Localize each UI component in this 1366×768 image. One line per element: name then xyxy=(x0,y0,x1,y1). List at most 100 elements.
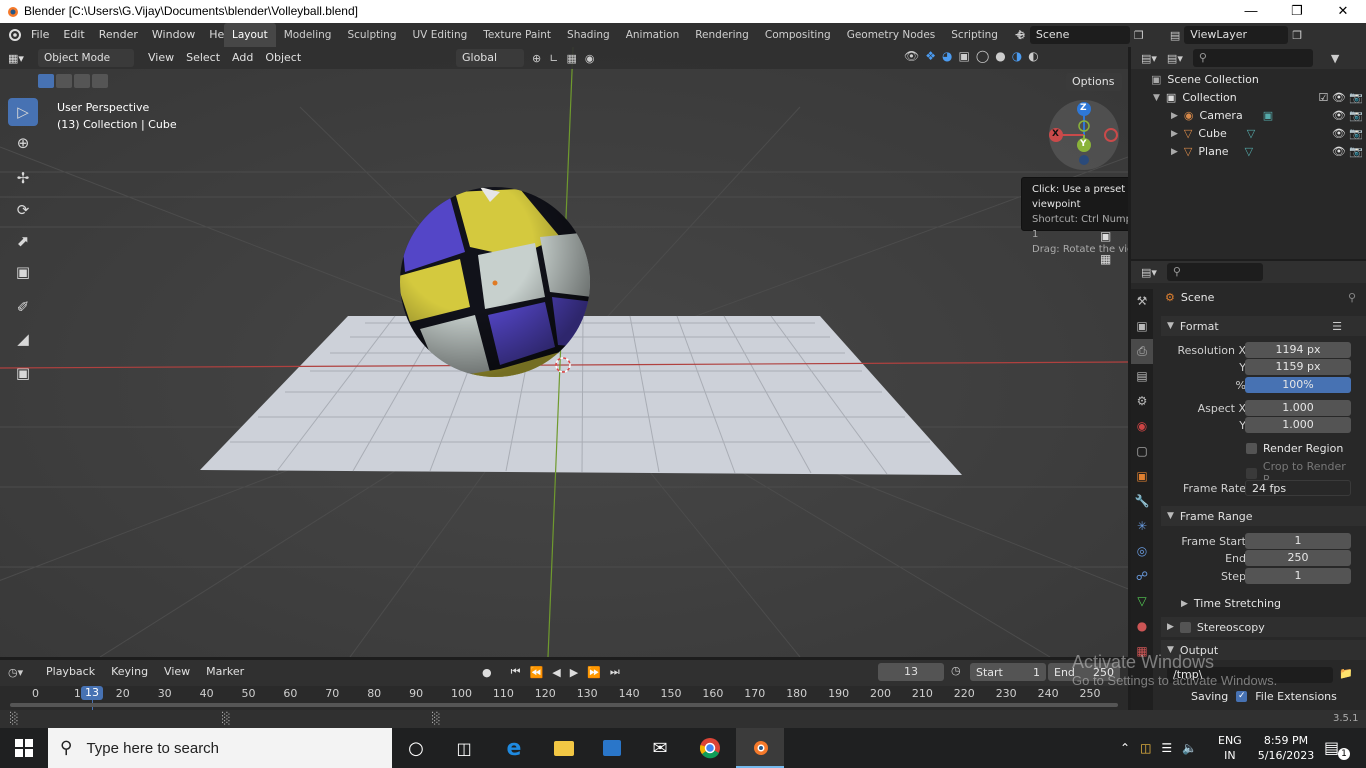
end-frame-field[interactable]: End 250 xyxy=(1048,663,1120,681)
menu-render[interactable]: Render xyxy=(92,23,145,47)
transform-tool[interactable]: ▣ xyxy=(8,258,38,286)
select-invert-icon[interactable] xyxy=(92,74,108,88)
folder-icon[interactable]: 📁 xyxy=(1339,667,1353,680)
collection-row[interactable]: ▼ ▣ Collection ☑ 👁 📷 xyxy=(1153,91,1363,104)
pivot-icon[interactable]: ⊕ xyxy=(532,52,541,65)
material-tab-icon[interactable]: ● xyxy=(1131,614,1153,639)
outliner-item-plane[interactable]: ▶ ▽ Plane ▽ 👁 📷 xyxy=(1171,145,1363,158)
add-cube-tool[interactable]: ▣ xyxy=(8,359,38,387)
timeline-scrollbar[interactable] xyxy=(10,703,1118,707)
timeline-editor-type-icon[interactable]: ◷▾ xyxy=(8,666,36,679)
menu-add[interactable]: Add xyxy=(226,47,259,69)
notifications-icon[interactable]: ▤ xyxy=(1324,738,1339,757)
texture-tab-icon[interactable]: ▦ xyxy=(1131,639,1153,664)
menu-timeline-view[interactable]: View xyxy=(158,661,196,683)
annotate-tool[interactable]: ✐ xyxy=(8,293,38,321)
scene-collection-row[interactable]: ▣ Scene Collection xyxy=(1151,73,1259,86)
tab-uv-editing[interactable]: UV Editing xyxy=(405,23,476,47)
menu-playback[interactable]: Playback xyxy=(40,661,101,683)
outliner-search-input[interactable]: ⚲ xyxy=(1192,49,1313,67)
scene-tab-icon[interactable]: ⚙ xyxy=(1131,389,1153,414)
tab-scripting[interactable]: Scripting xyxy=(943,23,1006,47)
snap-target-icon[interactable]: ▦ xyxy=(566,52,576,65)
store-icon[interactable] xyxy=(588,728,636,768)
file-explorer-icon[interactable] xyxy=(540,728,588,768)
taskbar-search-box[interactable]: ⚲ Type here to search xyxy=(48,728,392,768)
menu-edit[interactable]: Edit xyxy=(56,23,91,47)
menu-file[interactable]: File xyxy=(24,23,56,47)
maximize-button[interactable]: ❐ xyxy=(1274,0,1320,23)
outliner-item-cube[interactable]: ▶ ▽ Cube ▽ 👁 📷 xyxy=(1171,127,1363,140)
visibility-toggles[interactable]: 👁 📷 xyxy=(1332,145,1363,158)
material-preview-icon[interactable]: ◑ xyxy=(1012,49,1022,63)
options-button[interactable]: Options xyxy=(1066,73,1122,91)
show-hidden-icons[interactable]: ⌃ xyxy=(1120,741,1130,755)
visibility-toggles[interactable]: 👁 📷 xyxy=(1332,109,1363,122)
menu-view[interactable]: View xyxy=(142,47,180,69)
record-icon[interactable]: ● xyxy=(482,666,492,679)
select-extend-icon[interactable] xyxy=(56,74,72,88)
tab-sculpting[interactable]: Sculpting xyxy=(339,23,404,47)
jump-end-icon[interactable]: ⏭ xyxy=(610,665,620,679)
modifier-tab-icon[interactable]: 🔧 xyxy=(1131,489,1153,514)
xray-icon[interactable]: ▣ xyxy=(958,49,969,63)
resolution-percent-field[interactable]: 100% xyxy=(1245,377,1351,393)
start-button[interactable] xyxy=(0,728,48,768)
navigation-gizmo[interactable]: Z X Y xyxy=(1049,100,1119,170)
blender-menu-icon[interactable] xyxy=(6,28,24,42)
edge-icon[interactable]: e xyxy=(490,728,538,768)
clock-icon[interactable]: ◷ xyxy=(951,664,961,677)
output-path-field[interactable]: /tmp\ xyxy=(1167,667,1333,683)
gizmo-neg-x-icon[interactable] xyxy=(1104,128,1118,142)
properties-search-input[interactable]: ⚲ xyxy=(1166,263,1263,281)
expand-icon[interactable]: ▶ xyxy=(1171,111,1178,121)
output-panel-header[interactable]: ▼ Output xyxy=(1161,640,1366,660)
clock[interactable]: 8:59 PM 5/16/2023 xyxy=(1256,733,1316,763)
frame-ruler[interactable]: 0102030405060708090100110120130140150160… xyxy=(0,686,1128,710)
output-tab-icon[interactable]: ⎙ xyxy=(1131,339,1153,364)
render-tab-icon[interactable]: ▣ xyxy=(1131,314,1153,339)
camera-data-icon[interactable]: ▣ xyxy=(1263,109,1273,122)
aspect-x-field[interactable]: 1.000 xyxy=(1245,400,1351,416)
snap-icon[interactable]: ∟ xyxy=(549,52,558,65)
proportional-editing-icon[interactable]: ◉ xyxy=(585,52,595,65)
wifi-icon[interactable]: ☰ xyxy=(1161,741,1172,755)
mode-dropdown[interactable]: Object Mode xyxy=(38,49,134,67)
checkbox-icon[interactable] xyxy=(1179,621,1191,633)
play-reverse-icon[interactable]: ◀ xyxy=(552,666,560,679)
render-region-checkbox[interactable]: Render Region xyxy=(1246,442,1343,455)
time-stretching-subpanel[interactable]: ▶ Time Stretching xyxy=(1181,597,1281,610)
tab-compositing[interactable]: Compositing xyxy=(757,23,839,47)
particles-tab-icon[interactable]: ✳ xyxy=(1131,514,1153,539)
tool-tab-icon[interactable]: ⚒ xyxy=(1131,289,1153,314)
tab-animation[interactable]: Animation xyxy=(618,23,688,47)
scale-tool[interactable]: ⬈ xyxy=(8,227,38,255)
constraints-tab-icon[interactable]: ☍ xyxy=(1131,564,1153,589)
mesh-data-icon[interactable]: ▽ xyxy=(1247,127,1255,140)
rendered-shading-icon[interactable]: ◐ xyxy=(1028,49,1038,63)
mesh-data-icon[interactable]: ▽ xyxy=(1245,145,1253,158)
select-box-tool[interactable]: ▷ xyxy=(8,98,38,126)
expand-icon[interactable]: ▼ xyxy=(1153,93,1160,103)
3d-viewport[interactable]: ▦▾ Object Mode View Select Add Object Gl… xyxy=(0,47,1128,657)
cortana-icon[interactable]: ○ xyxy=(392,728,440,768)
jump-start-icon[interactable]: ⏮ xyxy=(511,665,521,679)
display-mode-icon[interactable]: ▤▾ xyxy=(1167,52,1183,65)
tab-rendering[interactable]: Rendering xyxy=(687,23,757,47)
view-layer-selector[interactable]: ViewLayer xyxy=(1184,26,1289,44)
data-tab-icon[interactable]: ▽ xyxy=(1131,589,1153,614)
tab-layout[interactable]: Layout xyxy=(224,23,276,47)
start-frame-field[interactable]: Start 1 xyxy=(970,663,1046,681)
task-view-icon[interactable]: ◫ xyxy=(440,728,488,768)
close-window-button[interactable]: ✕ xyxy=(1320,0,1366,23)
scene-selector[interactable]: Scene xyxy=(1029,26,1130,44)
overlay-toggle-icon[interactable]: ◕ xyxy=(942,49,952,63)
aspect-y-field[interactable]: 1.000 xyxy=(1245,417,1351,433)
wireframe-shading-icon[interactable]: ◯ xyxy=(976,49,989,63)
menu-window[interactable]: Window xyxy=(145,23,202,47)
stereoscopy-panel-header[interactable]: ▶ Stereoscopy xyxy=(1161,617,1366,637)
frame-start-field[interactable]: 1 xyxy=(1245,533,1351,549)
presets-icon[interactable]: ☰ xyxy=(1332,320,1342,333)
object-tab-icon[interactable]: ▣ xyxy=(1131,464,1153,489)
resolution-x-field[interactable]: 1194 px xyxy=(1245,342,1351,358)
